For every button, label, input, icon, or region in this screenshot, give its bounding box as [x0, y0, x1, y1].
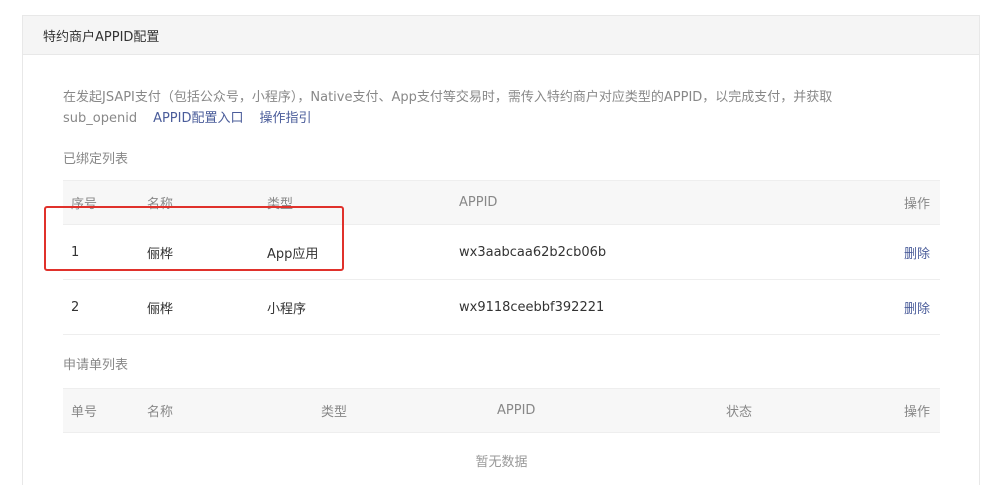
header-appid: APPID: [497, 388, 726, 433]
row-action: 删除: [859, 279, 940, 335]
application-list-header-row: 单号 名称 类型 APPID 状态 操作: [63, 388, 940, 433]
row-appid: wx3aabcaa62b2cb06b: [459, 224, 859, 280]
row-action: 删除: [859, 224, 940, 280]
header-type: 类型: [321, 388, 497, 433]
header-index: 序号: [63, 180, 147, 225]
row-type: 小程序: [267, 279, 459, 335]
row-index: 2: [63, 279, 147, 335]
bound-list-title: 已绑定列表: [63, 152, 129, 167]
row-appid: wx9118ceebbf392221: [459, 279, 859, 335]
header-action: 操作: [826, 388, 940, 433]
operation-guide-link[interactable]: 操作指引: [260, 111, 312, 126]
header-type: 类型: [267, 180, 459, 225]
row-name: 俪桦: [147, 224, 267, 280]
row-index: 1: [63, 224, 147, 280]
description: 在发起JSAPI支付（包括公众号，小程序），Native支付、App支付等交易时…: [63, 87, 923, 129]
header-status: 状态: [726, 388, 826, 433]
bound-list-table: 序号 名称 类型 APPID 操作 1 俪桦 App应用 wx3aabcaa62…: [63, 180, 940, 335]
appid-config-entry-link[interactable]: APPID配置入口: [153, 111, 243, 126]
header-action: 操作: [859, 180, 940, 225]
header-name: 名称: [147, 180, 267, 225]
header-appid: APPID: [459, 180, 859, 225]
panel-content: 在发起JSAPI支付（包括公众号，小程序），Native支付、App支付等交易时…: [23, 87, 979, 470]
application-list-title: 申请单列表: [63, 358, 129, 373]
appid-config-panel: 特约商户APPID配置 在发起JSAPI支付（包括公众号，小程序），Native…: [22, 15, 980, 485]
bound-list-header-row: 序号 名称 类型 APPID 操作: [63, 180, 940, 225]
empty-state: 暂无数据: [475, 455, 528, 470]
application-list-table: 单号 名称 类型 APPID 状态 操作: [63, 388, 940, 433]
panel-header: 特约商户APPID配置: [23, 16, 979, 55]
header-order-no: 单号: [63, 388, 147, 433]
panel-title: 特约商户APPID配置: [43, 29, 160, 45]
table-row: 1 俪桦 App应用 wx3aabcaa62b2cb06b 删除: [63, 224, 940, 280]
row-name: 俪桦: [147, 279, 267, 335]
delete-button[interactable]: 删除: [904, 247, 930, 262]
header-name: 名称: [147, 388, 321, 433]
table-row: 2 俪桦 小程序 wx9118ceebbf392221 删除: [63, 279, 940, 335]
row-type: App应用: [267, 224, 459, 280]
delete-button[interactable]: 删除: [904, 302, 930, 317]
